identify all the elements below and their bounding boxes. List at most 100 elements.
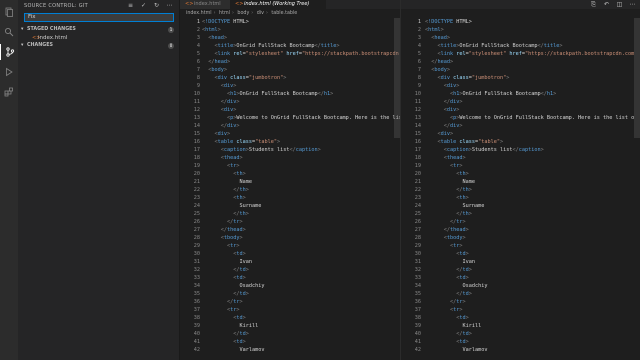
breadcrumb-item[interactable]: html: [219, 11, 230, 16]
code-line: Name: [462, 179, 475, 185]
line-number: 28: [193, 235, 200, 241]
code-line: <div>: [443, 107, 460, 113]
run-debug-icon[interactable]: [0, 64, 18, 80]
line-number: 32: [414, 267, 421, 273]
extensions-icon[interactable]: [0, 84, 18, 100]
line-number: 15: [414, 131, 421, 137]
code-line: </div>: [443, 123, 463, 129]
search-icon[interactable]: [0, 24, 18, 40]
line-number: 7: [196, 67, 200, 73]
code-line: <th>: [456, 195, 469, 201]
line-number: 25: [193, 211, 200, 217]
split-editor-icon[interactable]: ◫: [616, 1, 623, 8]
code-line: <tbody>: [220, 235, 243, 241]
editor-pane-original: <> index.html index.html › html › body › div…: [180, 0, 411, 360]
code-line: </th>: [456, 211, 472, 217]
line-number: 17: [414, 147, 421, 153]
line-number: 40: [193, 331, 200, 337]
line-number: 15: [193, 131, 200, 137]
code-line: Varlamov: [462, 347, 488, 353]
breadcrumb-item[interactable]: body: [237, 11, 249, 16]
refresh-icon[interactable]: ↻: [153, 2, 160, 9]
staged-file-item[interactable]: <>index.html: [18, 34, 180, 42]
line-number: 41: [193, 339, 200, 345]
line-number: 25: [414, 211, 421, 217]
code-line: </div>: [220, 123, 240, 129]
line-number: 11: [414, 99, 421, 105]
line-number: 7: [417, 67, 421, 73]
line-number: 12: [193, 107, 200, 113]
line-number: 24: [414, 203, 421, 209]
line-number: 42: [193, 347, 200, 353]
commit-check-icon[interactable]: ✓: [140, 2, 147, 9]
code-line: Varlamov: [239, 347, 265, 353]
code-line: <td>: [456, 339, 469, 345]
more-icon[interactable]: ⋯: [166, 2, 173, 9]
breadcrumb-item[interactable]: index.html: [186, 11, 212, 16]
line-number: 2: [417, 27, 421, 33]
code-line: Surname: [462, 203, 485, 209]
line-number: 17: [193, 147, 200, 153]
open-file-icon[interactable]: ⎘: [590, 1, 597, 8]
commit-message-input[interactable]: Fix: [24, 13, 174, 22]
line-number: 22: [193, 187, 200, 193]
files-icon[interactable]: [0, 4, 18, 20]
line-number: 1: [417, 19, 421, 25]
line-number: 36: [193, 299, 200, 305]
code-line: </head>: [208, 59, 231, 65]
line-number: 41: [414, 339, 421, 345]
code-line: <html>: [202, 27, 221, 33]
line-number: 39: [414, 323, 421, 329]
line-number: 8: [417, 75, 421, 81]
line-number: 18: [414, 155, 421, 161]
code-line: <link rel="stylesheet" href="https://sta…: [214, 51, 412, 57]
code-line: </td>: [456, 267, 472, 273]
more-icon[interactable]: ⋯: [629, 1, 636, 8]
code-line: <caption>Students list</caption>: [443, 147, 544, 153]
code-line: <title>OnGrid FullStack Bootcamp</title>: [214, 43, 340, 49]
menu-icon[interactable]: ≡: [127, 2, 134, 9]
code-line: <div>: [443, 83, 460, 89]
breadcrumb-item[interactable]: div: [257, 11, 264, 16]
tab-index-original[interactable]: <> index.html: [180, 0, 232, 9]
code-line: </td>: [456, 331, 472, 337]
line-number: 11: [193, 99, 200, 105]
scrollbar[interactable]: [634, 18, 640, 138]
code-line: <td>: [233, 275, 246, 281]
line-number: 20: [193, 171, 200, 177]
code-line: <div>: [214, 131, 231, 137]
html-file-icon: <>: [235, 1, 244, 7]
line-number: 4: [417, 43, 421, 49]
line-number: 24: [193, 203, 200, 209]
code-line: </td>: [456, 291, 472, 297]
staged-changes-label: STAGED CHANGES: [27, 27, 76, 32]
changes-count-badge: 0: [168, 43, 174, 49]
source-control-icon[interactable]: [0, 44, 18, 60]
line-number: 19: [414, 163, 421, 169]
code-line: <thead>: [220, 155, 243, 161]
sidebar-actions: ≡ ✓ ↻ ⋯: [127, 2, 173, 9]
code-line: <div class="jumbotron">: [437, 75, 510, 81]
revert-icon[interactable]: ↶: [603, 1, 610, 8]
code-line: </td>: [233, 291, 249, 297]
line-number: 9: [417, 83, 421, 89]
tab-index-working-tree[interactable]: <> index.html (Working Tree): [230, 0, 326, 9]
code-line: <div class="jumbotron">: [214, 75, 287, 81]
code-line: <thead>: [443, 155, 466, 161]
line-number: 4: [196, 43, 200, 49]
line-number: 14: [193, 123, 200, 129]
code-line: Ivan: [239, 259, 252, 265]
staged-changes-header[interactable]: ▾ STAGED CHANGES 1: [18, 26, 180, 34]
breadcrumb: index.html › html › body › div › table.table: [186, 11, 298, 16]
code-line: </div>: [443, 99, 463, 105]
changes-header[interactable]: ▾ CHANGES 0: [18, 42, 180, 50]
line-number: 20: [414, 171, 421, 177]
line-number: 19: [193, 163, 200, 169]
line-number: 31: [193, 259, 200, 265]
breadcrumb-item[interactable]: table.table: [271, 11, 297, 16]
code-line: <td>: [456, 315, 469, 321]
code-line: </head>: [431, 59, 454, 65]
line-number: 28: [414, 235, 421, 241]
line-number: 37: [193, 307, 200, 313]
staged-file-label: index.html: [38, 35, 68, 41]
